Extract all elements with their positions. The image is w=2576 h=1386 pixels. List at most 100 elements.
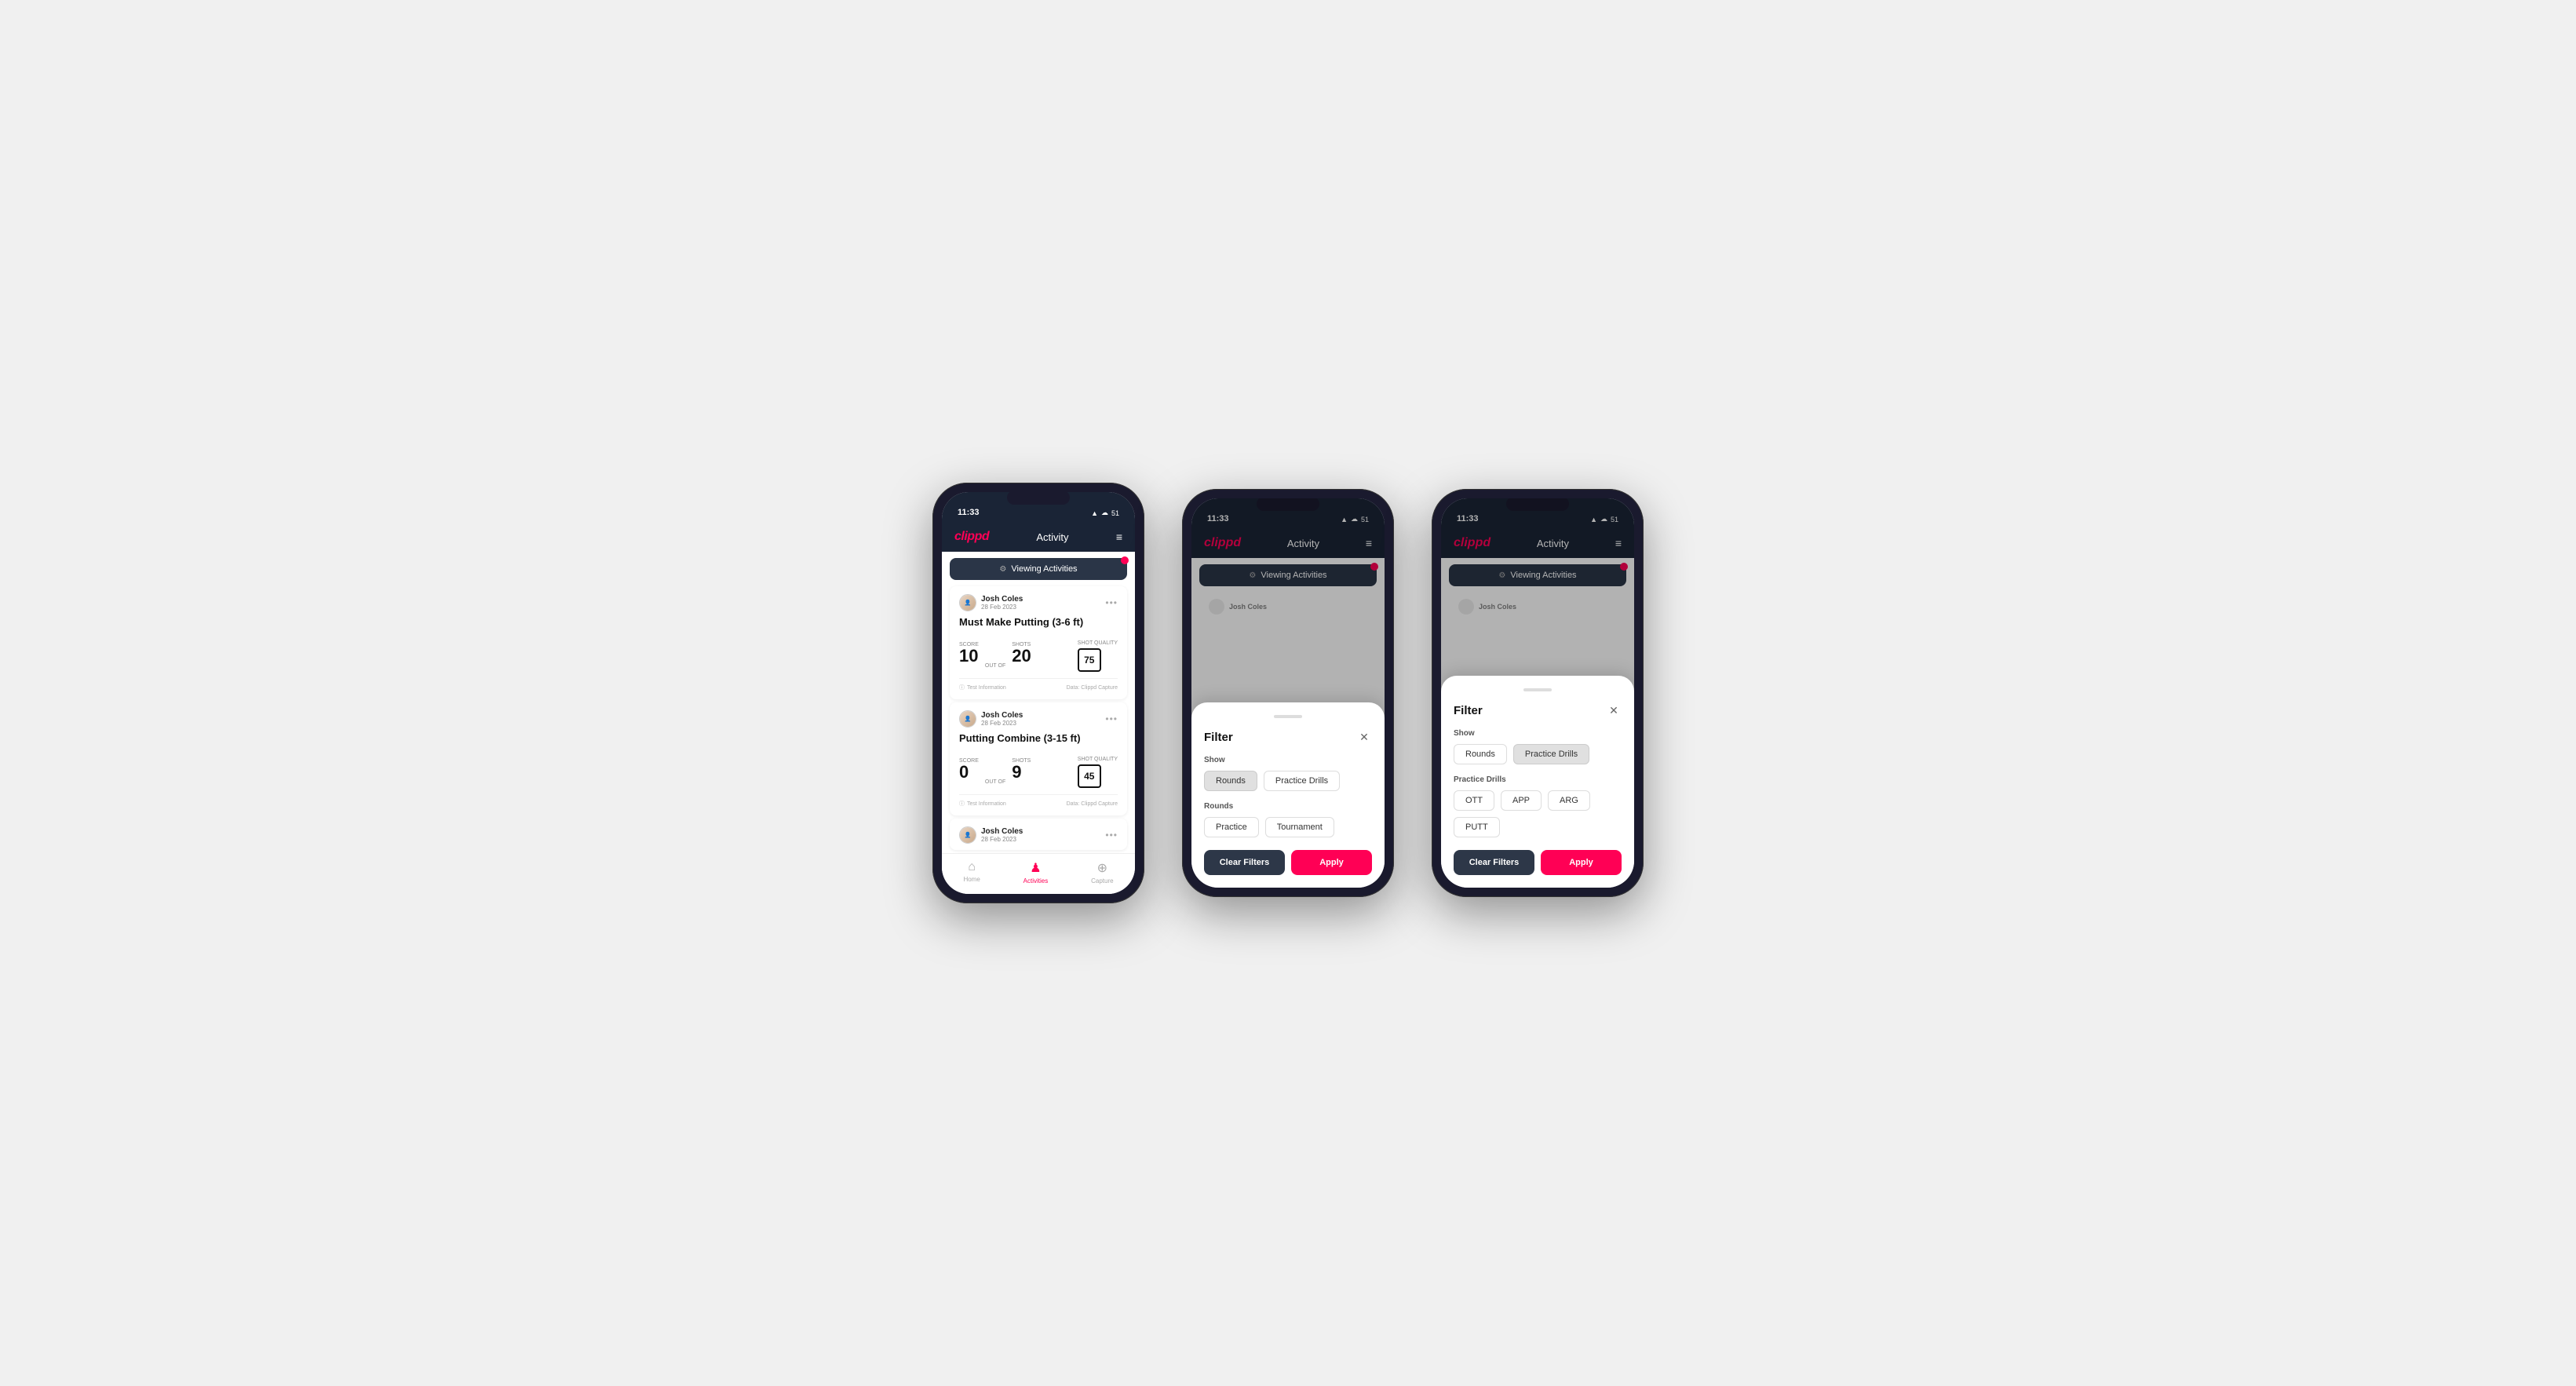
card-dots-1[interactable]: ••• <box>1105 597 1118 608</box>
menu-icon-1[interactable]: ≡ <box>1116 531 1122 543</box>
card-title-1: Must Make Putting (3-6 ft) <box>959 616 1118 628</box>
stat-shots-value-1: 20 <box>1012 647 1031 665</box>
info-icon-1: ⓘ <box>959 684 965 691</box>
stat-score-value-2: 0 <box>959 764 979 781</box>
filter-actions-3: Clear Filters Apply <box>1454 850 1622 875</box>
nav-title-1: Activity <box>1036 531 1068 543</box>
filter-modal-2: Filter ✕ Show Rounds Practice Drills Rou… <box>1191 702 1385 888</box>
drag-handle-2 <box>1274 715 1302 718</box>
stat-quality-2: Shot Quality 45 <box>1078 750 1118 788</box>
clear-filters-btn-2[interactable]: Clear Filters <box>1204 850 1285 875</box>
ott-btn-3[interactable]: OTT <box>1454 790 1494 811</box>
wifi-icon: ☁ <box>1101 509 1108 517</box>
viewing-banner-text-1: Viewing Activities <box>1011 564 1077 574</box>
card-dots-2[interactable]: ••• <box>1105 713 1118 724</box>
quality-badge-2: 45 <box>1078 764 1101 788</box>
card-user-1: 👤 Josh Coles 28 Feb 2023 <box>959 594 1023 611</box>
activity-card-2: 👤 Josh Coles 28 Feb 2023 ••• Putting Com… <box>950 702 1127 815</box>
card-dots-3[interactable]: ••• <box>1105 830 1118 841</box>
stat-quality-1: Shot Quality 75 <box>1078 634 1118 672</box>
stat-shots-group-1: Shots 20 <box>1012 642 1031 665</box>
footer-info-1: ⓘ Test Information <box>959 684 1006 691</box>
quality-badge-1: 75 <box>1078 648 1101 672</box>
avatar-3: 👤 <box>959 826 976 844</box>
card-title-2: Putting Combine (3-15 ft) <box>959 732 1118 744</box>
tournament-btn-2[interactable]: Tournament <box>1265 817 1334 837</box>
footer-data-1: Data: Clippd Capture <box>1067 685 1118 691</box>
user-info-1: Josh Coles 28 Feb 2023 <box>981 595 1023 611</box>
practice-drills-btn-3[interactable]: Practice Drills <box>1513 744 1589 764</box>
battery-icon: 51 <box>1111 509 1119 517</box>
card-footer-1: ⓘ Test Information Data: Clippd Capture <box>959 678 1118 691</box>
apply-btn-2[interactable]: Apply <box>1291 850 1372 875</box>
phone-2-inner: 11:33 ▲ ☁ 51 clippd Activity ≡ ⚙ Viewing… <box>1191 498 1385 888</box>
nav-bar-1: clippd Activity ≡ <box>942 522 1135 552</box>
phone-1-inner: 11:33 ▲ ☁ 51 clippd Activity ≡ ⚙ Viewing… <box>942 492 1135 894</box>
filter-header-3: Filter ✕ <box>1454 702 1622 718</box>
filter-modal-3: Filter ✕ Show Rounds Practice Drills Pra… <box>1441 676 1634 888</box>
drag-handle-3 <box>1523 688 1552 691</box>
tab-capture-label-1: Capture <box>1091 877 1113 884</box>
stat-shots-value-2: 9 <box>1012 764 1031 781</box>
show-buttons-2: Rounds Practice Drills <box>1204 771 1372 791</box>
footer-data-2: Data: Clippd Capture <box>1067 801 1118 807</box>
stat-outof-2: OUT OF <box>985 779 1005 788</box>
practice-label-3: Practice Drills <box>1454 775 1622 784</box>
stat-score-group-1: Score 10 <box>959 642 979 665</box>
card-header-2: 👤 Josh Coles 28 Feb 2023 ••• <box>959 710 1118 728</box>
phone-3-inner: 11:33 ▲ ☁ 51 clippd Activity ≡ ⚙ Viewing… <box>1441 498 1634 888</box>
bottom-tabs-1: ⌂ Home ♟ Activities ⊕ Capture <box>942 853 1135 894</box>
logo-1: clippd <box>954 530 989 544</box>
show-buttons-3: Rounds Practice Drills <box>1454 744 1622 764</box>
card-header-1: 👤 Josh Coles 28 Feb 2023 ••• <box>959 594 1118 611</box>
putt-btn-3[interactable]: PUTT <box>1454 817 1500 837</box>
app-btn-3[interactable]: APP <box>1501 790 1542 811</box>
user-info-2: Josh Coles 28 Feb 2023 <box>981 711 1023 727</box>
phone-2: 11:33 ▲ ☁ 51 clippd Activity ≡ ⚙ Viewing… <box>1182 489 1394 897</box>
practice-round-btn-2[interactable]: Practice <box>1204 817 1259 837</box>
user-name-3: Josh Coles <box>981 827 1023 836</box>
tab-activities-1[interactable]: ♟ Activities <box>1023 860 1049 884</box>
tab-home-1[interactable]: ⌂ Home <box>963 860 980 884</box>
card-footer-2: ⓘ Test Information Data: Clippd Capture <box>959 794 1118 808</box>
phone-3: 11:33 ▲ ☁ 51 clippd Activity ≡ ⚙ Viewing… <box>1432 489 1644 897</box>
rounds-btn-2[interactable]: Rounds <box>1204 771 1257 791</box>
card-user-3: 👤 Josh Coles 28 Feb 2023 <box>959 826 1023 844</box>
apply-btn-3[interactable]: Apply <box>1541 850 1622 875</box>
activity-card-1: 👤 Josh Coles 28 Feb 2023 ••• Must Make P… <box>950 586 1127 699</box>
tab-home-label-1: Home <box>963 876 980 883</box>
filter-close-2[interactable]: ✕ <box>1356 729 1372 745</box>
user-date-3: 28 Feb 2023 <box>981 836 1023 843</box>
dynamic-island-1 <box>1007 491 1070 505</box>
tab-capture-1[interactable]: ⊕ Capture <box>1091 860 1113 884</box>
avatar-inner-1: 👤 <box>960 595 976 611</box>
status-time-1: 11:33 <box>958 508 980 517</box>
filter-header-2: Filter ✕ <box>1204 729 1372 745</box>
user-name-2: Josh Coles <box>981 711 1023 720</box>
card-header-3: 👤 Josh Coles 28 Feb 2023 ••• <box>959 826 1118 844</box>
filter-actions-2: Clear Filters Apply <box>1204 850 1372 875</box>
stat-quality-label-2: Shot Quality <box>1078 757 1118 762</box>
stat-shots-group-2: Shots 9 <box>1012 758 1031 781</box>
capture-icon-1: ⊕ <box>1097 860 1107 876</box>
rounds-btn-3[interactable]: Rounds <box>1454 744 1507 764</box>
signal-icon: ▲ <box>1091 509 1098 517</box>
stat-outof-1: OUT OF <box>985 663 1005 672</box>
show-label-3: Show <box>1454 729 1622 738</box>
avatar-inner-3: 👤 <box>960 827 976 843</box>
viewing-banner-1[interactable]: ⚙ Viewing Activities <box>950 558 1127 580</box>
practice-buttons-3: OTT APP ARG PUTT <box>1454 790 1622 837</box>
scene: 11:33 ▲ ☁ 51 clippd Activity ≡ ⚙ Viewing… <box>901 451 1675 935</box>
banner-dot-1 <box>1121 556 1129 564</box>
tab-activities-label-1: Activities <box>1023 877 1049 884</box>
practice-drills-btn-2[interactable]: Practice Drills <box>1264 771 1340 791</box>
scroll-1: 👤 Josh Coles 28 Feb 2023 ••• Must Make P… <box>942 583 1135 853</box>
filter-close-3[interactable]: ✕ <box>1606 702 1622 718</box>
filter-icon-1: ⚙ <box>999 565 1006 574</box>
footer-info-2: ⓘ Test Information <box>959 800 1006 808</box>
info-icon-2: ⓘ <box>959 800 965 808</box>
arg-btn-3[interactable]: ARG <box>1548 790 1590 811</box>
activity-card-3: 👤 Josh Coles 28 Feb 2023 ••• <box>950 819 1127 850</box>
clear-filters-btn-3[interactable]: Clear Filters <box>1454 850 1534 875</box>
user-info-3: Josh Coles 28 Feb 2023 <box>981 827 1023 843</box>
